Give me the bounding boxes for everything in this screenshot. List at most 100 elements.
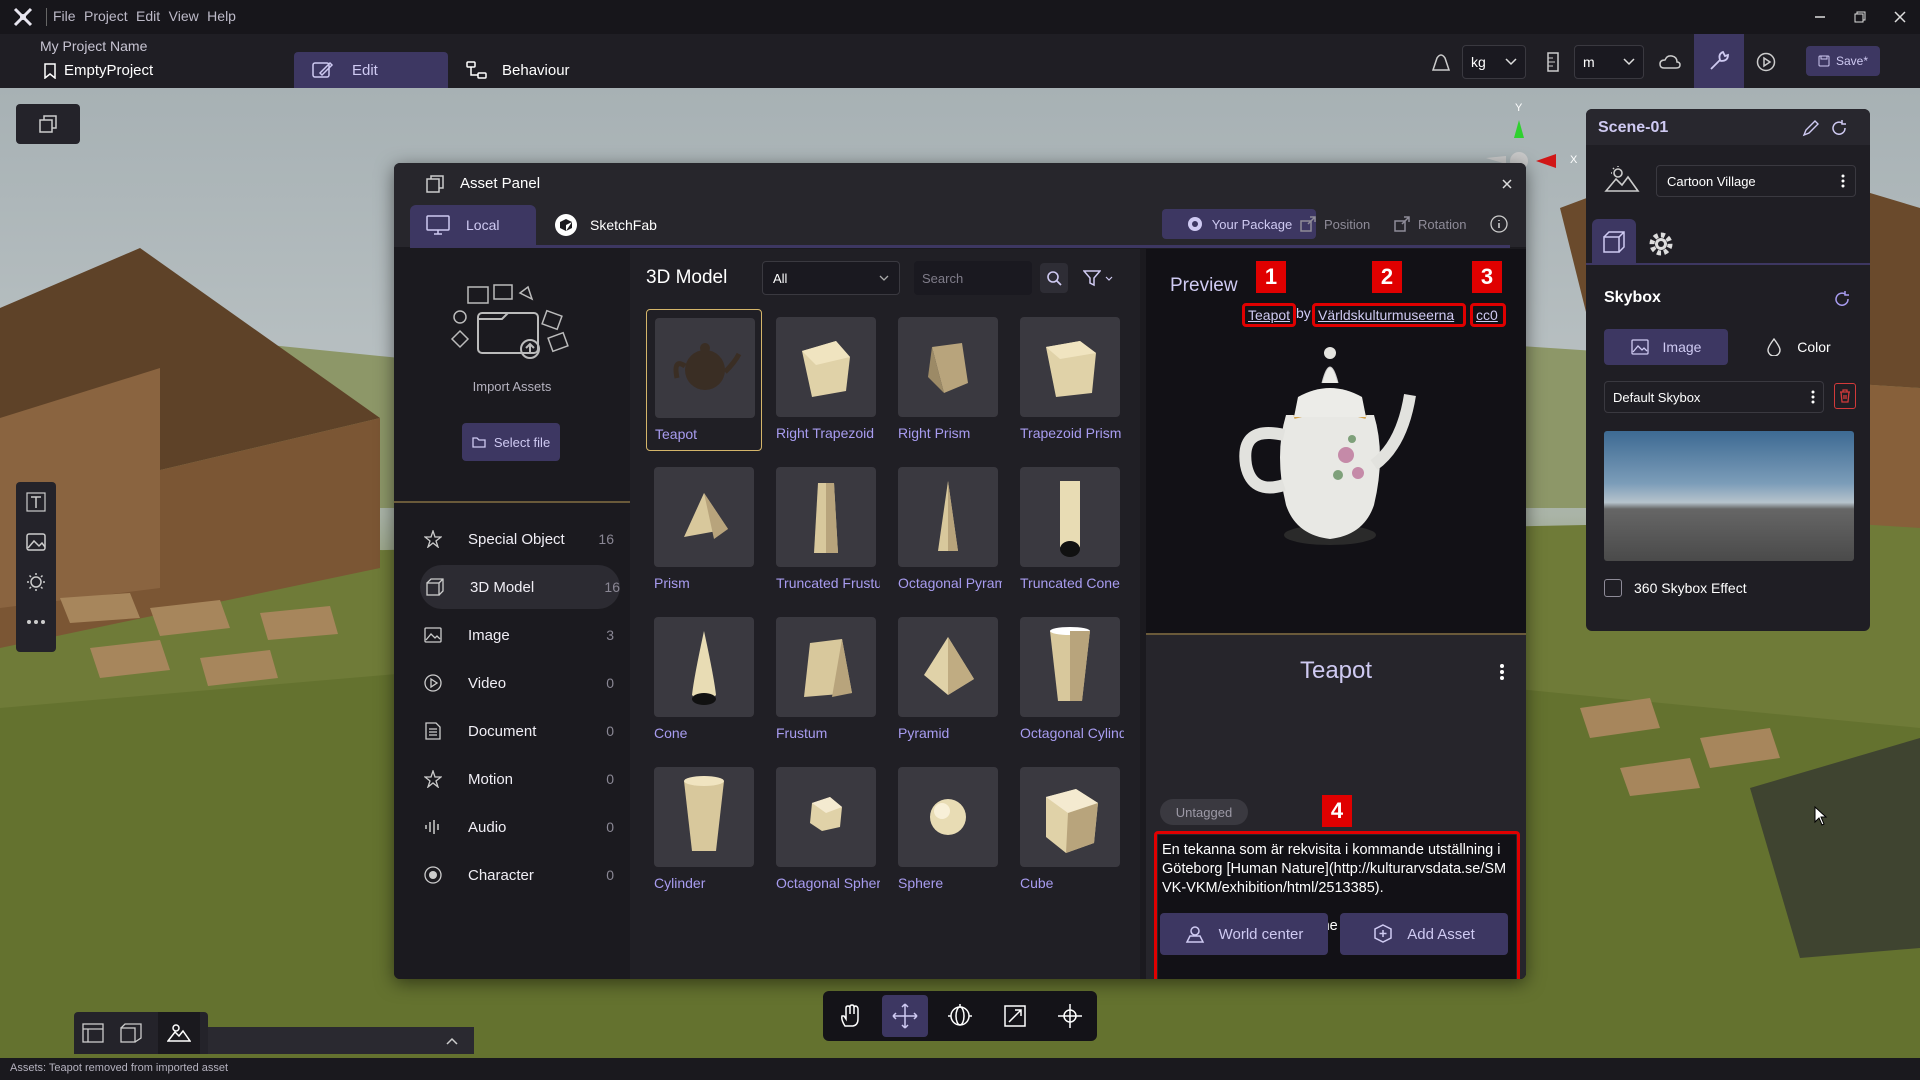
kebab-menu-icon (1811, 390, 1815, 404)
credit-license-link[interactable]: cc0 (1470, 303, 1506, 327)
bottom-tray[interactable] (208, 1027, 474, 1054)
model-card[interactable]: Octagonal Cylinder (1012, 609, 1128, 751)
layers-button[interactable] (16, 104, 80, 144)
transform-tool-button[interactable] (1047, 995, 1093, 1037)
menu-help[interactable]: Help (207, 8, 236, 24)
rotation-toggle[interactable]: Rotation (1394, 209, 1466, 239)
menu-edit[interactable]: Edit (136, 8, 160, 24)
category-label: Document (468, 722, 537, 740)
image-tool-button[interactable] (16, 522, 56, 562)
category-document[interactable]: Document 0 (418, 709, 614, 753)
save-button[interactable]: Save* (1806, 46, 1880, 76)
info-button[interactable] (1490, 209, 1508, 239)
menu-file[interactable]: File (53, 8, 76, 24)
add-asset-button[interactable]: Add Asset (1340, 913, 1508, 955)
move-tool-button[interactable] (882, 995, 929, 1037)
select-file-button[interactable]: Select file (462, 423, 560, 461)
tab-local[interactable]: Local (410, 205, 536, 245)
credit-author-link[interactable]: Världskulturmuseerna (1312, 303, 1466, 327)
mass-unit-value: kg (1471, 54, 1486, 70)
model-card[interactable]: Cube (1012, 759, 1128, 901)
credit-model-link[interactable]: Teapot (1242, 303, 1296, 327)
category-audio[interactable]: Audio 0 (418, 805, 614, 849)
skybox-select[interactable]: Default Skybox (1604, 381, 1824, 413)
tab-scene-objects[interactable] (1592, 219, 1636, 265)
model-card[interactable]: Prism (646, 459, 762, 601)
category-count: 16 (604, 579, 620, 595)
model-card[interactable]: Trapezoid Prism (1012, 309, 1128, 451)
tag-badge[interactable]: Untagged (1160, 799, 1248, 825)
category-image[interactable]: Image 3 (418, 613, 614, 657)
mass-button[interactable] (1426, 44, 1456, 80)
tab-edit-label: Edit (352, 61, 378, 79)
model-card[interactable]: Frustum (768, 609, 884, 751)
model-card[interactable]: Right Trapezoid (768, 309, 884, 451)
hand-tool-button[interactable] (827, 995, 873, 1037)
category-motion[interactable]: Motion 0 (418, 757, 614, 801)
project-file[interactable]: EmptyProject (44, 62, 153, 79)
tab-sketchfab[interactable]: SketchFab (554, 205, 657, 245)
view-environment-button[interactable] (158, 1012, 200, 1054)
mass-unit-select[interactable]: kg (1462, 45, 1526, 79)
scale-tool-button[interactable] (992, 995, 1038, 1037)
tab-edit[interactable]: Edit (294, 52, 448, 88)
rotate-icon (947, 1004, 972, 1026)
delete-skybox-button[interactable] (1834, 383, 1856, 409)
rename-scene-button[interactable] (1802, 119, 1820, 137)
length-unit-select[interactable]: m (1574, 45, 1644, 79)
category-video[interactable]: Video 0 (418, 661, 614, 705)
asset-menu-button[interactable] (1492, 661, 1512, 683)
project-name: My Project Name (40, 38, 148, 54)
skybox-360-checkbox[interactable] (1604, 579, 1622, 597)
search-input[interactable] (914, 261, 1032, 295)
model-card[interactable]: Right Prism (890, 309, 1006, 451)
minimize-button[interactable] (1800, 0, 1840, 34)
model-card[interactable]: Truncated Cone (1012, 459, 1128, 601)
model-card[interactable]: Pyramid (890, 609, 1006, 751)
asset-panel-close-button[interactable] (1498, 175, 1516, 193)
menu-project[interactable]: Project (84, 8, 128, 24)
skybox-color-option[interactable]: Color (1744, 329, 1854, 365)
close-window-button[interactable] (1880, 0, 1920, 34)
light-tool-button[interactable] (16, 562, 56, 602)
model-card[interactable]: Octagonal Sphere (768, 759, 884, 901)
model-card[interactable]: Sphere (890, 759, 1006, 901)
reset-scene-button[interactable] (1830, 119, 1848, 137)
tools-button[interactable] (1694, 34, 1744, 88)
category-3d-model[interactable]: 3D Model 16 (420, 565, 620, 609)
menu-view[interactable]: View (169, 8, 199, 24)
category-character[interactable]: Character 0 (418, 853, 614, 897)
filter-button[interactable] (1078, 263, 1118, 293)
model-card[interactable]: Cone (646, 609, 762, 751)
model-card[interactable]: Teapot (646, 309, 762, 451)
trash-icon (1840, 389, 1850, 403)
world-center-button[interactable]: World center (1160, 913, 1328, 955)
tab-behaviour[interactable]: Behaviour (466, 52, 570, 88)
rotate-tool-button[interactable] (937, 995, 983, 1037)
type-filter-select[interactable]: All (762, 261, 900, 295)
skybox-360-effect[interactable]: 360 Skybox Effect (1604, 579, 1747, 597)
close-icon (1502, 179, 1512, 189)
cloud-button[interactable] (1654, 44, 1686, 80)
environment-select[interactable]: Cartoon Village (1656, 165, 1856, 197)
import-area[interactable]: Import Assets Select file (394, 249, 630, 503)
play-button[interactable] (1750, 44, 1782, 80)
length-button[interactable] (1538, 44, 1568, 80)
skybox-image-option[interactable]: Image (1604, 329, 1728, 365)
more-tools-button[interactable] (16, 602, 56, 642)
reset-skybox-button[interactable] (1832, 289, 1852, 309)
search-button[interactable] (1040, 263, 1068, 293)
text-tool-button[interactable] (16, 482, 56, 522)
view-2d-button[interactable] (82, 1023, 104, 1043)
tab-scene-settings[interactable] (1646, 229, 1676, 259)
model-card[interactable]: Octagonal Pyramid (890, 459, 1006, 601)
view-objects-button[interactable] (120, 1023, 142, 1043)
restore-button[interactable] (1840, 0, 1880, 34)
model-card[interactable]: Cylinder (646, 759, 762, 901)
model-card[interactable]: Truncated Frustum (768, 459, 884, 601)
position-toggle[interactable]: Position (1300, 209, 1370, 239)
model-thumbnail (776, 617, 876, 717)
category-special-object[interactable]: Special Object 16 (418, 517, 614, 561)
more-icon (27, 620, 45, 624)
your-package-button[interactable]: Your Package (1162, 209, 1316, 239)
